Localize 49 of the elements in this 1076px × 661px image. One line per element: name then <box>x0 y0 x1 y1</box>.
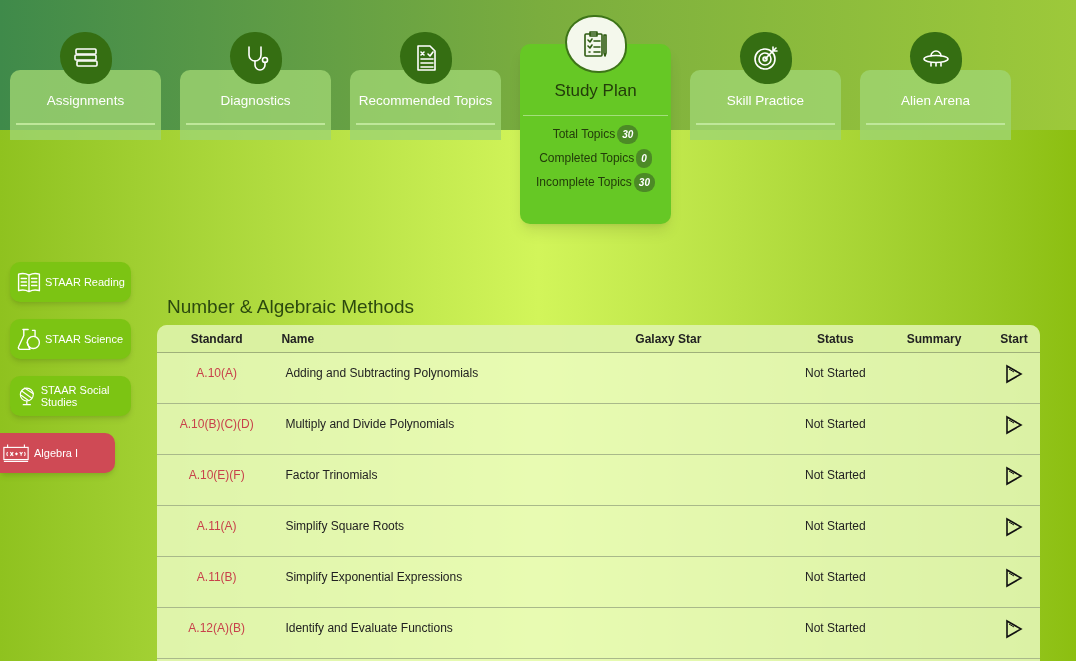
table-cell-text: A.10(A) <box>196 365 238 382</box>
nav-tab[interactable]: Assignments <box>10 70 161 140</box>
stat-label: Completed Topics <box>539 150 635 167</box>
nav-tab[interactable]: Alien Arena <box>860 70 1011 140</box>
table-cell-text: A.10(E)(F) <box>188 467 245 484</box>
table-cell-text: Identify and Evaluate Functions <box>284 620 453 637</box>
table-cell-text: Adding and Subtracting Polynomials <box>284 365 479 382</box>
nav-tab[interactable]: Skill Practice <box>690 70 841 140</box>
flask-icon <box>16 326 42 352</box>
nav-tab[interactable]: Diagnostics <box>180 70 331 140</box>
stat-label: Incomplete Topics <box>536 174 632 191</box>
table-cell-text: Simplify Square Roots <box>284 518 405 535</box>
subject-button[interactable]: STAAR Social Studies <box>10 376 131 416</box>
table-cell-text: Factor Trinomials <box>284 467 378 484</box>
subject-button[interactable]: Algebra I <box>0 433 115 473</box>
formula-board-icon <box>2 442 30 464</box>
table-cell-text: Not Started <box>804 620 866 637</box>
column-header: Standard <box>190 330 243 348</box>
table-cell-text: Simplify Exponential Expressions <box>284 569 463 586</box>
subject-button[interactable]: STAAR Science <box>10 319 131 359</box>
table-cell-text: A.11(B) <box>196 569 237 586</box>
count-badge: 30 <box>633 172 655 192</box>
table-cell-text: A.11(A) <box>196 518 237 535</box>
table-cell-text: A.12(A)(B) <box>188 620 246 637</box>
count-badge: 30 <box>617 124 639 144</box>
play-icon[interactable] <box>1005 517 1023 537</box>
stat-label: Total Topics <box>552 126 616 143</box>
column-header: Start <box>1000 330 1028 348</box>
play-icon[interactable] <box>1005 466 1023 486</box>
count-badge: 0 <box>636 148 652 168</box>
table-cell-text: Not Started <box>804 416 866 433</box>
subject-button[interactable]: STAAR Reading <box>10 262 131 302</box>
column-header: Galaxy Star <box>635 330 702 348</box>
play-icon[interactable] <box>1005 364 1023 384</box>
table-cell-text: Not Started <box>804 569 866 586</box>
column-header: Name <box>281 330 315 348</box>
table-cell-text: Multiply and Divide Polynomials <box>284 416 455 433</box>
nav-tab[interactable]: Recommended Topics <box>350 70 501 140</box>
section-title: Number & Algebraic Methods <box>167 295 415 319</box>
column-header: Summary <box>906 330 962 348</box>
table-cell-text: Not Started <box>804 365 866 382</box>
play-icon[interactable] <box>1005 568 1023 588</box>
column-header: Status <box>817 330 854 348</box>
table-cell-text: A.10(B)(C)(D) <box>179 416 254 433</box>
nav-tab[interactable]: Study Plan Total Topics 30 Completed Topics 0 Incomplete Topics 30 <box>520 44 671 224</box>
play-icon[interactable] <box>1005 415 1023 435</box>
table-cell-text: Not Started <box>804 467 866 484</box>
play-icon[interactable] <box>1005 619 1023 639</box>
table-cell-text: Not Started <box>804 518 866 535</box>
